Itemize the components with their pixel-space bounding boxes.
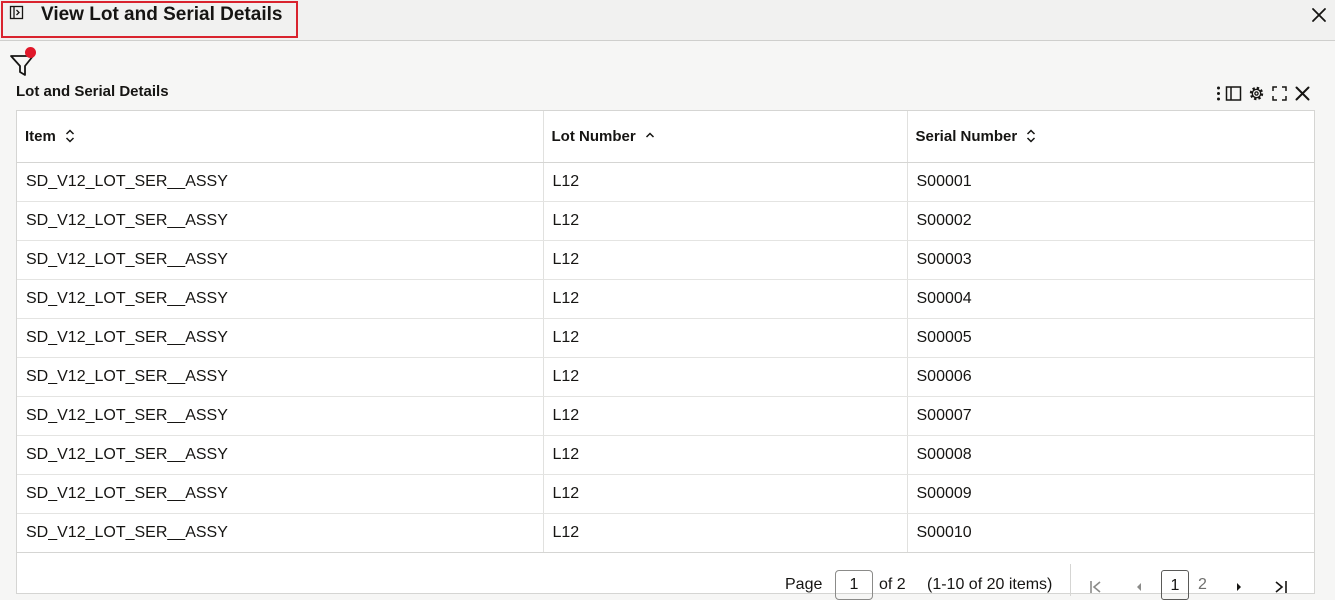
- first-page-icon[interactable]: [1088, 579, 1104, 595]
- filter-active-badge: [25, 47, 36, 58]
- item-cell: SD_V12_LOT_SER__ASSY: [17, 396, 544, 436]
- item-cell: SD_V12_LOT_SER__ASSY: [17, 318, 544, 358]
- lot-number-cell: L12: [543, 435, 908, 475]
- panel-toggle-icon[interactable]: [1225, 85, 1242, 102]
- column-header-label: Item: [25, 128, 56, 145]
- serial-number-cell: S00003: [907, 240, 1314, 280]
- page-button-2[interactable]: 2: [1198, 576, 1207, 594]
- lot-number-cell: L12: [543, 201, 908, 241]
- lot-number-cell: L12: [543, 318, 908, 358]
- table-row[interactable]: SD_V12_LOT_SER__ASSY L12 S00002: [17, 201, 1314, 241]
- panel-expand-icon[interactable]: [9, 5, 25, 21]
- table-row[interactable]: SD_V12_LOT_SER__ASSY L12 S00003: [17, 240, 1314, 280]
- item-cell: SD_V12_LOT_SER__ASSY: [17, 513, 544, 553]
- sort-icon[interactable]: [1026, 129, 1036, 143]
- sort-ascending-icon[interactable]: [645, 129, 655, 143]
- lot-number-cell: L12: [543, 279, 908, 319]
- column-header-label: Serial Number: [915, 128, 1018, 145]
- dialog-header: View Lot and Serial Details: [0, 0, 1335, 41]
- item-cell: SD_V12_LOT_SER__ASSY: [17, 162, 544, 202]
- table-row[interactable]: SD_V12_LOT_SER__ASSY L12 S00006: [17, 357, 1314, 397]
- serial-number-cell: S00006: [907, 357, 1314, 397]
- lot-number-cell: L12: [543, 474, 908, 514]
- table-header-row: Item Lot Number Serial Number: [17, 111, 1314, 163]
- pager-divider: [1070, 564, 1071, 596]
- serial-number-cell: S00004: [907, 279, 1314, 319]
- column-header-serial-number[interactable]: Serial Number: [907, 111, 1314, 163]
- sort-icon[interactable]: [65, 129, 75, 143]
- table-row[interactable]: SD_V12_LOT_SER__ASSY L12 S00007: [17, 396, 1314, 436]
- serial-number-cell: S00007: [907, 396, 1314, 436]
- settings-gear-icon[interactable]: [1248, 85, 1265, 102]
- lot-number-cell: L12: [543, 396, 908, 436]
- lot-number-cell: L12: [543, 162, 908, 202]
- serial-number-cell: S00002: [907, 201, 1314, 241]
- page-label: Page: [785, 576, 823, 593]
- serial-number-cell: S00005: [907, 318, 1314, 358]
- page-count-label: of 2: [879, 576, 906, 593]
- table-row[interactable]: SD_V12_LOT_SER__ASSY L12 S00001: [17, 162, 1314, 202]
- item-cell: SD_V12_LOT_SER__ASSY: [17, 435, 544, 475]
- column-header-label: Lot Number: [551, 128, 636, 145]
- section-title: Lot and Serial Details: [16, 83, 169, 100]
- page-number-input[interactable]: 1: [835, 570, 873, 600]
- lot-serial-table: Item Lot Number Serial Number SD_V12_LOT…: [16, 110, 1315, 600]
- close-dialog-icon[interactable]: [1310, 6, 1328, 24]
- close-icon[interactable]: [1294, 85, 1311, 102]
- expand-icon[interactable]: [1271, 85, 1288, 102]
- serial-number-cell: S00009: [907, 474, 1314, 514]
- serial-number-cell: S00008: [907, 435, 1314, 475]
- item-cell: SD_V12_LOT_SER__ASSY: [17, 357, 544, 397]
- dialog-title: View Lot and Serial Details: [41, 4, 283, 25]
- pagination-bar: Page 1 of 2 (1-10 of 20 items) 1 2: [17, 552, 1314, 600]
- item-cell: SD_V12_LOT_SER__ASSY: [17, 279, 544, 319]
- table-row[interactable]: SD_V12_LOT_SER__ASSY L12 S00010: [17, 513, 1314, 553]
- column-header-item[interactable]: Item: [17, 111, 544, 163]
- item-cell: SD_V12_LOT_SER__ASSY: [17, 201, 544, 241]
- serial-number-cell: S00001: [907, 162, 1314, 202]
- table-row[interactable]: SD_V12_LOT_SER__ASSY L12 S00005: [17, 318, 1314, 358]
- lot-number-cell: L12: [543, 357, 908, 397]
- item-range-label: (1-10 of 20 items): [927, 576, 1053, 593]
- last-page-icon[interactable]: [1273, 579, 1289, 595]
- column-header-lot-number[interactable]: Lot Number: [543, 111, 908, 163]
- item-cell: SD_V12_LOT_SER__ASSY: [17, 240, 544, 280]
- serial-number-cell: S00010: [907, 513, 1314, 553]
- page-button-1[interactable]: 1: [1161, 570, 1189, 600]
- table-row[interactable]: SD_V12_LOT_SER__ASSY L12 S00008: [17, 435, 1314, 475]
- table-row[interactable]: SD_V12_LOT_SER__ASSY L12 S00004: [17, 279, 1314, 319]
- previous-page-icon[interactable]: [1131, 579, 1147, 595]
- lot-number-cell: L12: [543, 513, 908, 553]
- next-page-icon[interactable]: [1231, 579, 1247, 595]
- lot-number-cell: L12: [543, 240, 908, 280]
- item-cell: SD_V12_LOT_SER__ASSY: [17, 474, 544, 514]
- table-row[interactable]: SD_V12_LOT_SER__ASSY L12 S00009: [17, 474, 1314, 514]
